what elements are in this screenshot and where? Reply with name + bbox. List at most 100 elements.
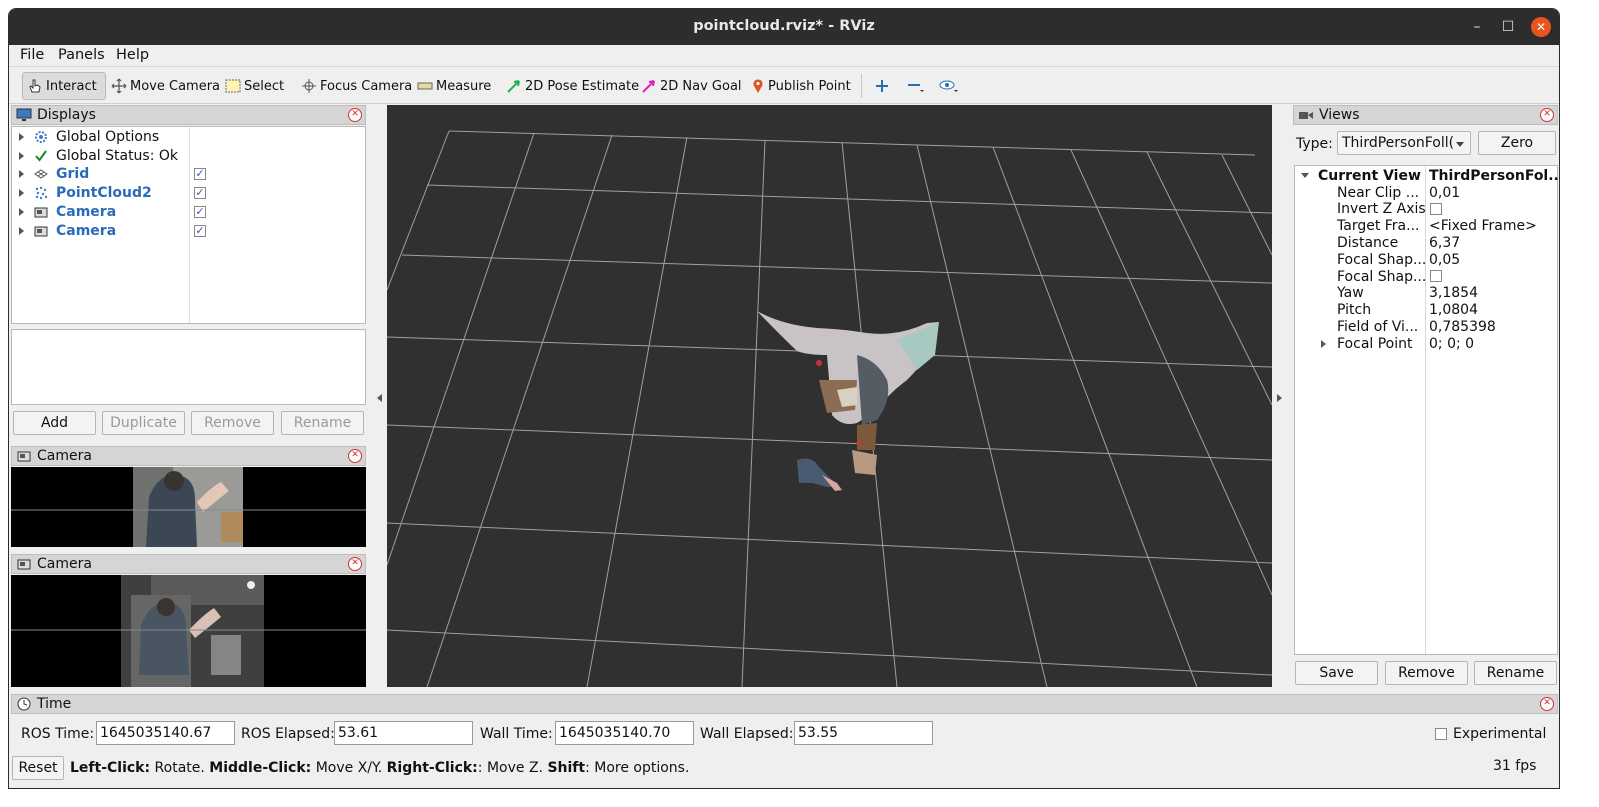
measure-tool-button[interactable]: Measure [413,72,495,100]
ros-time-field[interactable]: 1645035140.67 [96,721,235,745]
add-display-button[interactable]: Add [13,411,96,435]
duplicate-display-button[interactable]: Duplicate [102,411,185,435]
select-box-icon [225,79,241,93]
ros-elapsed-field[interactable]: 53.61 [334,721,473,745]
move-arrows-icon [111,78,127,94]
view-property-value[interactable]: 3,1854 [1429,285,1478,302]
experimental-label: Experimental [1453,726,1547,742]
collapse-left-icon[interactable] [377,394,382,402]
close-panel-icon[interactable]: ✕ [1540,108,1554,122]
reset-button[interactable]: Reset [12,756,64,780]
close-panel-icon[interactable]: ✕ [1540,697,1554,711]
remove-tool-button[interactable] [903,72,932,100]
display-item[interactable]: PointCloud2 [12,184,152,202]
time-panel-header: Time ✕ [11,694,1558,714]
close-panel-icon[interactable]: ✕ [348,557,362,571]
zero-view-button[interactable]: Zero [1478,131,1556,155]
expand-arrow-icon[interactable] [19,170,24,179]
views-title: Views [1319,107,1360,123]
view-property-checkbox[interactable] [1430,270,1442,282]
fps-counter: 31 fps [1493,758,1537,774]
grid-icon [34,168,50,180]
publish-point-tool-button[interactable]: Publish Point [747,72,855,100]
save-view-button[interactable]: Save [1295,661,1378,685]
pose-estimate-label: 2D Pose Estimate [525,78,640,94]
expand-arrow-icon[interactable] [19,151,24,160]
add-tool-button[interactable] [871,72,896,100]
displays-title: Displays [37,107,96,123]
expand-arrow-icon[interactable] [19,207,24,216]
view-property-value[interactable]: 0,785398 [1429,318,1496,335]
select-tool-button[interactable]: Select [221,72,288,100]
view-property-value[interactable]: 0,01 [1429,184,1460,201]
display-item-label: Camera [56,203,117,220]
expand-arrow-icon[interactable] [19,226,24,235]
view-property-name: Distance [1337,234,1398,251]
display-item[interactable]: Global Options [12,128,159,146]
minimize-button[interactable]: – [1467,17,1487,37]
rename-view-button[interactable]: Rename [1474,661,1557,685]
close-panel-icon[interactable]: ✕ [348,108,362,122]
green-arrow-icon [507,80,520,93]
view-property-value[interactable]: 0,05 [1429,251,1460,268]
expand-arrow-icon[interactable] [19,133,24,141]
view-property-value[interactable]: 0; 0; 0 [1429,335,1474,352]
view-property-value[interactable]: <Fixed Frame> [1429,218,1537,235]
wall-time-field[interactable]: 1645035140.70 [555,721,694,745]
collapse-right-icon[interactable] [1277,394,1282,402]
eye-icon [939,80,958,92]
view-property-label: Target Fra... [1337,218,1420,235]
view-property-name: Field of Vi... [1337,318,1418,335]
display-item[interactable]: Global Status: Ok [12,147,178,165]
wall-elapsed-label: Wall Elapsed: [700,726,794,742]
display-enabled-checkbox[interactable]: ✓ [194,187,206,200]
remove-view-button[interactable]: Remove [1385,661,1468,685]
pose-estimate-tool-button[interactable]: 2D Pose Estimate [502,72,643,100]
close-panel-icon[interactable]: ✕ [348,449,362,463]
focus-camera-tool-button[interactable]: Focus Camera [297,72,416,100]
view-property-label: Pitch [1337,302,1372,319]
view-property-label: Focal Shap... [1337,268,1427,285]
view-property-value[interactable]: 1,0804 [1429,302,1478,319]
ruler-icon [417,82,433,90]
map-pin-icon [753,79,763,93]
view-property-checkbox[interactable] [1430,202,1442,215]
close-window-button[interactable]: ✕ [1531,17,1551,37]
display-item[interactable]: Camera [12,203,116,221]
view-property-value[interactable]: 6,37 [1429,234,1460,251]
maximize-button[interactable]: ☐ [1498,17,1518,37]
display-item[interactable]: Grid [12,165,89,183]
display-item[interactable]: Camera [12,222,116,240]
expand-arrow-icon[interactable] [1321,339,1326,348]
view-property-label: Near Clip ... [1337,184,1420,201]
select-label: Select [244,78,285,94]
experimental-checkbox[interactable] [1435,728,1447,740]
nav-goal-tool-button[interactable]: 2D Nav Goal [637,72,746,100]
display-enabled-checkbox[interactable]: ✓ [194,224,206,237]
crosshair-icon [302,79,316,93]
view-property-name: Invert Z Axis [1337,201,1426,218]
view-tool-button[interactable] [935,72,966,100]
display-enabled-checkbox[interactable]: ✓ [194,168,206,181]
move-camera-tool-button[interactable]: Move Camera [107,72,224,100]
display-enabled-checkbox[interactable]: ✓ [194,205,206,218]
view-property-name: Focal Point [1321,335,1413,352]
interact-tool-button[interactable]: Interact [22,72,106,100]
views-properties-tree: Current View ThirdPersonFol... Near Clip… [1294,165,1559,655]
move-camera-label: Move Camera [130,78,221,94]
menu-panels[interactable]: Panels [58,47,105,63]
collapse-arrow-icon[interactable] [1301,173,1309,178]
displays-panel-header: Displays ✕ [11,105,366,125]
remove-display-button[interactable]: Remove [191,411,274,435]
menu-file[interactable]: File [20,47,44,63]
rename-display-button[interactable]: Rename [281,411,364,435]
wall-elapsed-field[interactable]: 53.55 [794,721,933,745]
plus-icon [876,80,888,92]
camera-icon [16,557,32,571]
view-type-dropdown[interactable]: ThirdPersonFoll( [1337,131,1471,155]
ros-time-label: ROS Time: [21,726,95,742]
menu-help[interactable]: Help [116,47,149,63]
3d-render-viewport[interactable] [387,105,1272,687]
current-view-row[interactable]: Current View [1295,167,1421,184]
expand-arrow-icon[interactable] [19,189,24,198]
